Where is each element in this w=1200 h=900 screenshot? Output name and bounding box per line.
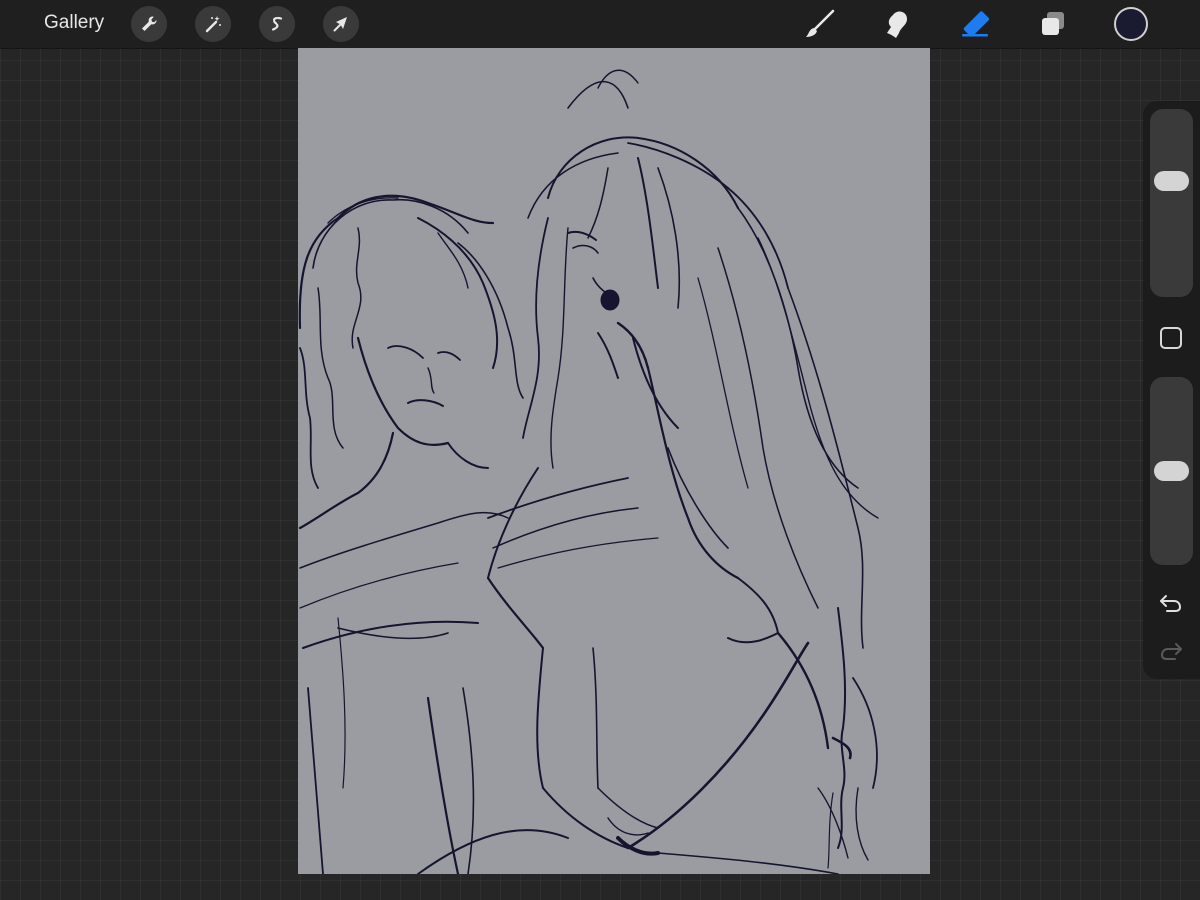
- redo-icon: [1160, 643, 1182, 660]
- brush-icon: [806, 9, 835, 37]
- selection-button[interactable]: [259, 6, 295, 42]
- eraser-icon: [962, 11, 990, 37]
- paint-button[interactable]: [802, 6, 838, 42]
- wrench-icon: [142, 16, 157, 31]
- transform-button[interactable]: [323, 6, 359, 42]
- smudge-icon: [887, 11, 907, 38]
- redo-button[interactable]: [1157, 639, 1185, 663]
- layers-button[interactable]: [1035, 6, 1071, 42]
- arrow-cursor-icon: [333, 17, 347, 32]
- color-picker-swatch[interactable]: [1114, 7, 1148, 41]
- opacity-slider[interactable]: [1150, 377, 1193, 565]
- adjustments-button[interactable]: [195, 6, 231, 42]
- top-toolbar: Gallery: [0, 0, 1200, 49]
- layers-icon: [1042, 12, 1064, 35]
- opacity-thumb[interactable]: [1154, 461, 1189, 481]
- brush-size-thumb[interactable]: [1154, 171, 1189, 191]
- drawing-canvas[interactable]: [298, 48, 930, 874]
- gallery-button[interactable]: Gallery: [44, 12, 104, 34]
- undo-button[interactable]: [1157, 591, 1185, 615]
- smudge-button[interactable]: [880, 6, 916, 42]
- modify-button[interactable]: [1160, 327, 1182, 349]
- eraser-button[interactable]: [957, 6, 993, 42]
- magic-wand-icon: [205, 16, 221, 33]
- undo-icon: [1160, 595, 1182, 612]
- brush-size-slider[interactable]: [1150, 109, 1193, 297]
- side-toolbar: [1143, 101, 1200, 679]
- selection-s-icon: [271, 16, 283, 31]
- actions-button[interactable]: [131, 6, 167, 42]
- sketch-artwork: [298, 69, 879, 874]
